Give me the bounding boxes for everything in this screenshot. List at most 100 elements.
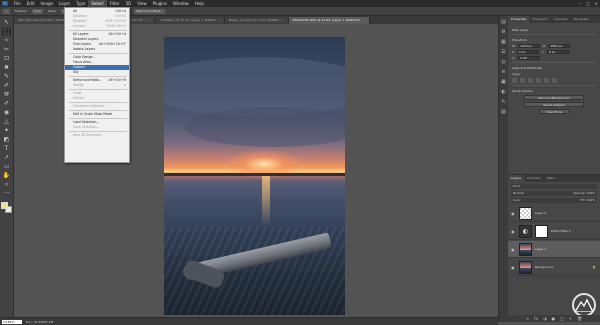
tool-icon[interactable]: ⊡: [2, 55, 11, 62]
tool-icon[interactable]: ↖: [2, 19, 11, 26]
layer-action-icon[interactable]: 🗑: [577, 315, 582, 322]
menu-help[interactable]: Help: [192, 0, 207, 7]
select-and-mask-button[interactable]: Select and Mask...: [133, 8, 166, 14]
tool-icon[interactable]: ⬚: [2, 28, 11, 35]
panel-toggle-icon[interactable]: ▤: [501, 19, 507, 25]
tab-channels[interactable]: Channels: [551, 16, 571, 23]
menu-image[interactable]: Image: [37, 0, 56, 7]
visibility-eye-icon[interactable]: ◉: [511, 229, 516, 234]
tool-icon[interactable]: ✋: [2, 172, 11, 179]
fill-field[interactable]: Fill: 100%: [580, 198, 595, 203]
tool-icon[interactable]: ✂: [2, 46, 11, 53]
document-tab[interactable]: Beach_Sun.psd @ 12.5% (RGB/8) ×: [225, 17, 289, 24]
visibility-eye-icon[interactable]: ◉: [511, 247, 516, 252]
feather-input[interactable]: 0 px: [32, 8, 43, 14]
marquee-tool-icon[interactable]: ⬚: [3, 8, 10, 14]
layer-row[interactable]: ◉ Background 🔒: [508, 259, 600, 276]
select-subject-button[interactable]: Select Subject: [524, 102, 584, 107]
zoom-field[interactable]: 14.81%: [2, 319, 22, 324]
tool-icon[interactable]: ✐: [2, 82, 11, 89]
tab-histogram[interactable]: Histogram: [529, 16, 551, 23]
panel-toggle-icon[interactable]: ◐: [501, 89, 507, 95]
minimize-icon[interactable]: –: [579, 0, 581, 7]
panel-toggle-icon[interactable]: ☰: [501, 49, 507, 55]
tool-icon[interactable]: ⚒: [2, 91, 11, 98]
view-more-button[interactable]: View More: [539, 109, 569, 114]
align-middle-icon[interactable]: [544, 78, 549, 83]
visibility-eye-icon[interactable]: ◉: [511, 211, 516, 216]
panel-toggle-icon[interactable]: ▣: [501, 79, 507, 85]
document-tab[interactable]: Untitled-1 @ 33.3% (Layer 1, RGB/8) ×: [156, 17, 226, 24]
x-field[interactable]: 0 px: [517, 50, 540, 54]
document-tab[interactable]: DSC06763.ARW @ 14.8% (Layer 1, RGB/16*) ×: [288, 17, 370, 24]
layer-name[interactable]: Layer 1: [535, 247, 546, 251]
tool-icon[interactable]: ···: [2, 190, 11, 197]
layer-name[interactable]: Layer 2: [535, 211, 546, 215]
visibility-eye-icon[interactable]: ◉: [511, 265, 516, 270]
menu-edit[interactable]: Edit: [24, 0, 38, 7]
tool-icon[interactable]: ✐: [2, 100, 11, 107]
layer-action-icon[interactable]: +: [569, 315, 572, 322]
tool-icon[interactable]: ▭: [2, 163, 11, 170]
tool-icon[interactable]: ✎: [2, 73, 11, 80]
tab-layers[interactable]: Layers: [508, 175, 524, 182]
layer-action-icon[interactable]: ∞: [526, 315, 529, 322]
tool-icon[interactable]: T: [2, 145, 11, 152]
menu-3d[interactable]: 3D: [123, 0, 135, 7]
panel-toggle-icon[interactable]: ⚙: [501, 29, 507, 35]
document-photo[interactable]: [164, 37, 345, 315]
blend-mode-select[interactable]: Normal: [513, 191, 524, 196]
tab-close-icon[interactable]: ×: [362, 17, 365, 24]
color-swatches[interactable]: [1, 202, 12, 213]
tool-icon[interactable]: ⌕: [2, 181, 11, 188]
menu-layer[interactable]: Layer: [56, 0, 73, 7]
remove-background-button[interactable]: Remove Background: [524, 95, 584, 100]
tab-close-icon[interactable]: ×: [281, 17, 284, 24]
width-field[interactable]: 1920 px: [517, 44, 540, 48]
layer-row[interactable]: ◉ ◐ Photo Filter 1: [508, 223, 600, 240]
align-center-icon[interactable]: [520, 78, 525, 83]
panel-toggle-icon[interactable]: ▦: [501, 39, 507, 45]
y-field[interactable]: 0 px: [546, 50, 569, 54]
tab-properties[interactable]: Properties: [508, 16, 530, 23]
menu-filter[interactable]: Filter: [107, 0, 123, 7]
layer-row[interactable]: ◉ Layer 1: [508, 241, 600, 258]
menu-view[interactable]: View: [134, 0, 150, 7]
align-right-icon[interactable]: [528, 78, 533, 83]
layer-action-icon[interactable]: fx: [534, 315, 538, 322]
menu-item-edit-in-quick-mask-mode[interactable]: Edit in Quick Mask Mode: [65, 112, 129, 117]
angle-field[interactable]: 0.00°: [517, 56, 540, 60]
panel-toggle-icon[interactable]: ▧: [501, 109, 507, 115]
tool-icon[interactable]: ◉: [2, 109, 11, 116]
tool-icon[interactable]: ✧: [2, 37, 11, 44]
opacity-field[interactable]: Opacity: 100%: [573, 191, 595, 196]
menu-select[interactable]: Select: [88, 0, 107, 7]
layer-row[interactable]: ◉ Layer 2: [508, 205, 600, 222]
panel-toggle-icon[interactable]: ✎: [501, 99, 507, 105]
tool-icon[interactable]: ◩: [2, 136, 11, 143]
align-left-icon[interactable]: [512, 78, 517, 83]
layer-action-icon[interactable]: ●: [551, 315, 555, 322]
layer-action-icon[interactable]: ◑: [543, 315, 547, 322]
tab-paragraph[interactable]: Paragraph: [571, 16, 592, 23]
menu-window[interactable]: Window: [170, 0, 192, 7]
height-field[interactable]: 2880 px: [548, 44, 571, 48]
close-icon[interactable]: ×: [595, 0, 598, 7]
tool-icon[interactable]: ✖: [2, 64, 11, 71]
menu-item-sky[interactable]: Sky: [65, 70, 129, 75]
menu-plugins[interactable]: Plugins: [150, 0, 170, 7]
tab-channels[interactable]: Channels: [524, 175, 544, 182]
tool-icon[interactable]: ✦: [2, 127, 11, 134]
panel-toggle-icon[interactable]: ◎: [501, 59, 507, 65]
align-top-icon[interactable]: [536, 78, 541, 83]
tab-close-icon[interactable]: ×: [149, 17, 152, 24]
menu-file[interactable]: File: [11, 0, 24, 7]
tool-icon[interactable]: ↗: [2, 154, 11, 161]
layer-name[interactable]: Photo Filter 1: [551, 229, 571, 233]
tab-paths[interactable]: Paths: [544, 175, 558, 182]
tab-close-icon[interactable]: ×: [218, 17, 221, 24]
tool-icon[interactable]: △: [2, 118, 11, 125]
layer-mask-thumbnail[interactable]: [535, 224, 548, 238]
panel-toggle-icon[interactable]: ≡: [501, 69, 507, 75]
layer-kind-filter[interactable]: Kind: [511, 184, 597, 189]
